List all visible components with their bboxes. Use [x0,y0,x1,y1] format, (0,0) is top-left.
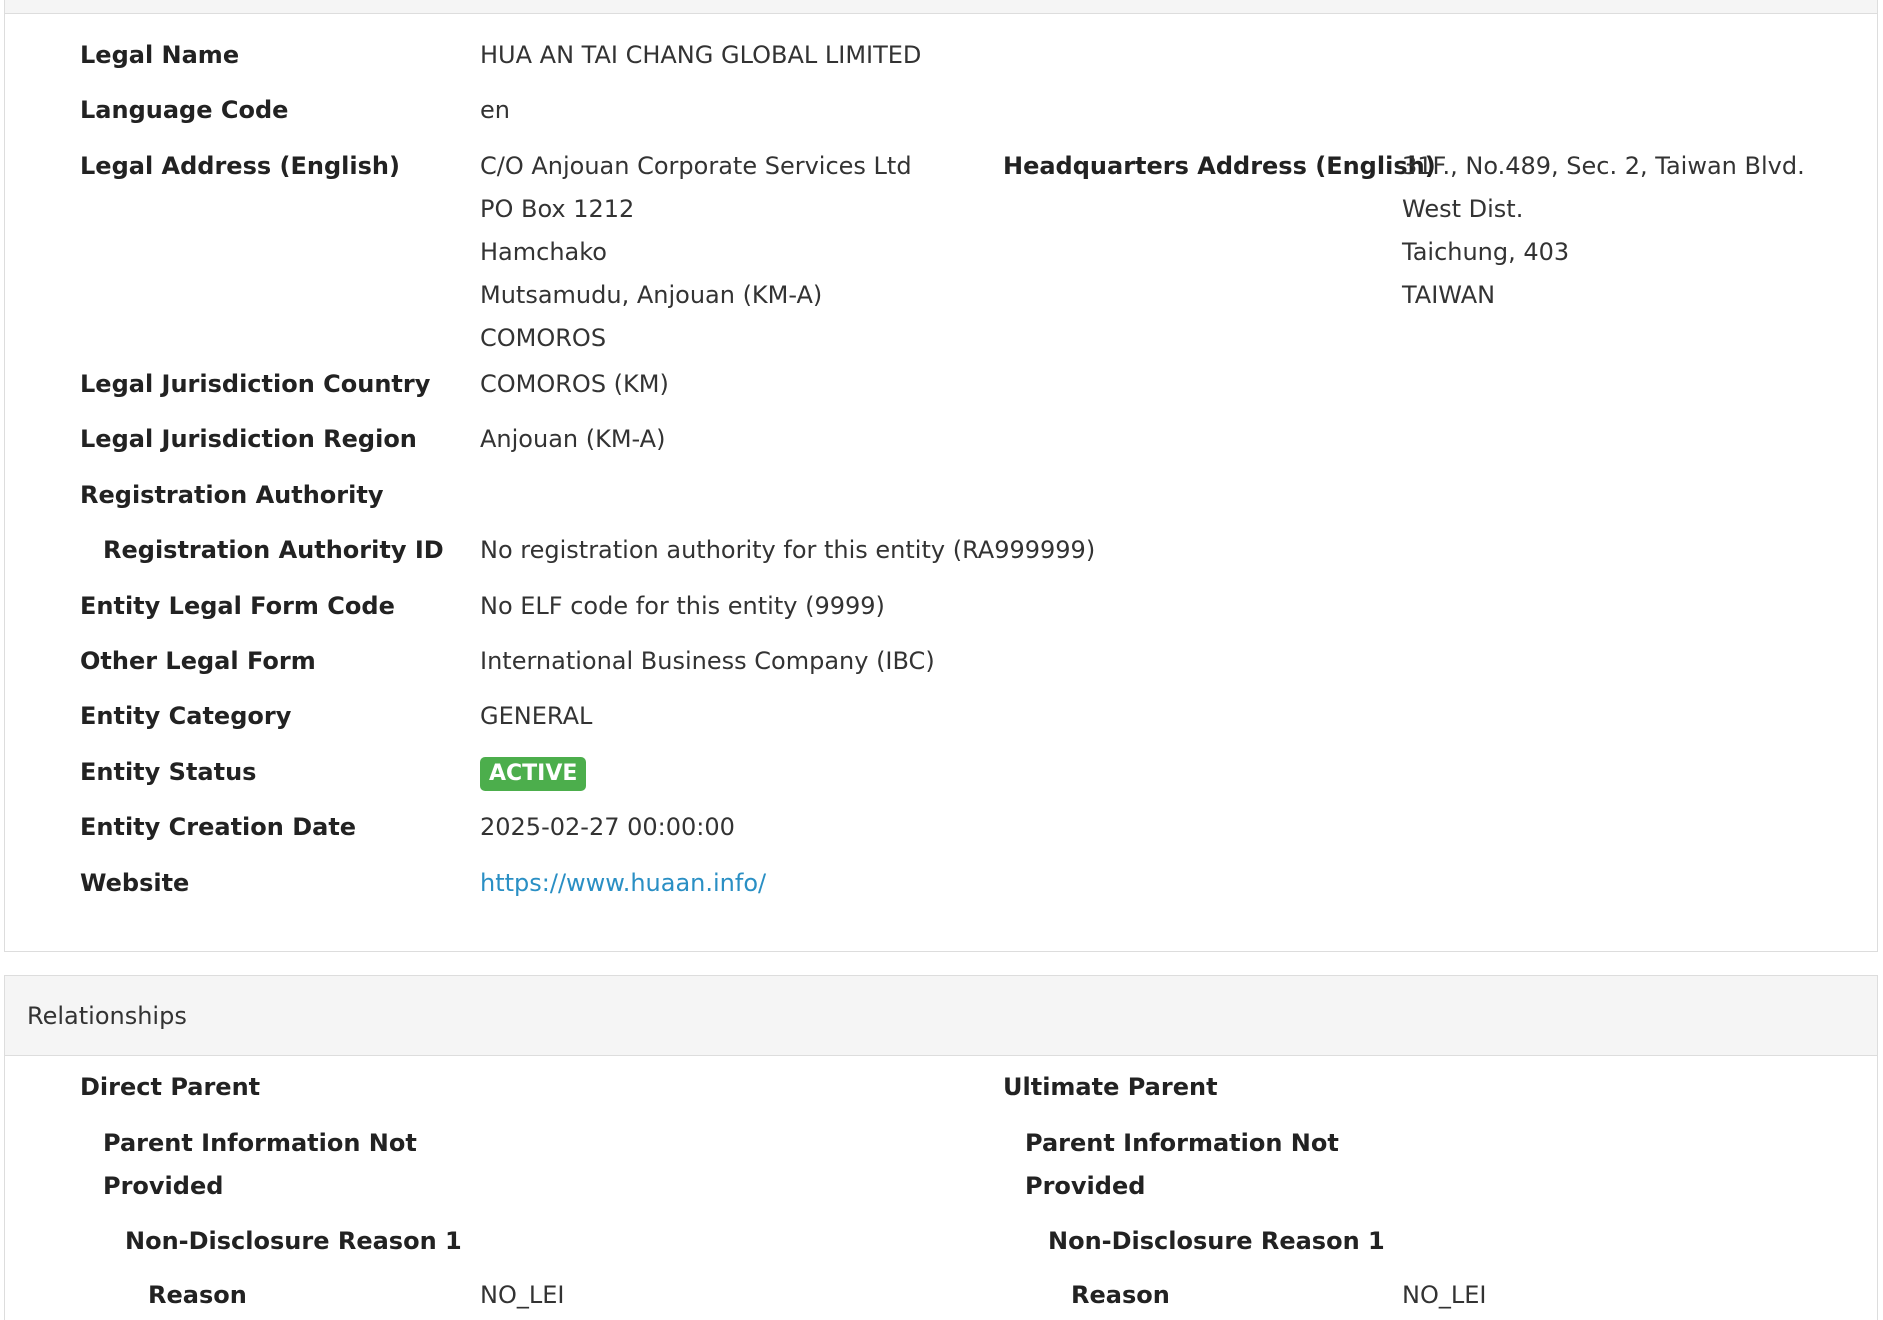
other-legal-form-value: International Business Company (IBC) [480,647,935,675]
creation-date-label: Entity Creation Date [80,813,357,841]
direct-parent-reason-label: Reason [148,1281,247,1309]
hq-address-line: West Dist. [1402,195,1524,223]
language-code-label: Language Code [80,96,289,124]
other-legal-form-label: Other Legal Form [80,647,316,675]
elf-code-label: Entity Legal Form Code [80,592,395,620]
jurisdiction-region-label: Legal Jurisdiction Region [80,425,417,453]
ultimate-parent-title: Ultimate Parent [1003,1073,1218,1101]
entity-category-value: GENERAL [480,702,593,730]
relationships-heading: Relationships [5,976,1877,1056]
legal-name-value: HUA AN TAI CHANG GLOBAL LIMITED [480,41,922,69]
entity-category-label: Entity Category [80,702,292,730]
ultimate-parent-reason-label: Reason [1071,1281,1170,1309]
website-value: https://www.huaan.info/ [480,862,766,905]
ultimate-parent-reason-heading: Non-Disclosure Reason 1 [1048,1227,1385,1255]
legal-name-label: Legal Name [80,41,240,69]
registration-authority-id-value: No registration authority for this entit… [480,536,1096,564]
elf-code-value: No ELF code for this entity (9999) [480,592,885,620]
registration-authority-label: Registration Authority [80,481,384,509]
legal-address-line: PO Box 1212 [480,195,635,223]
direct-parent-title: Direct Parent [80,1073,261,1101]
creation-date-value: 2025-02-27 00:00:00 [480,813,735,841]
direct-parent-reason-heading: Non-Disclosure Reason 1 [125,1227,462,1255]
page: Legal Name HUA AN TAI CHANG GLOBAL LIMIT… [0,0,1883,1320]
direct-parent-info-line1: Parent Information Not [103,1129,417,1157]
entity-status-value: ACTIVE [480,751,587,794]
registration-authority-id-label: Registration Authority ID [103,536,444,564]
hq-address-value: 31F., No.489, Sec. 2, Taiwan Blvd. West … [1402,145,1805,317]
legal-address-label: Legal Address (English) [80,152,400,180]
legal-address-line: Hamchako [480,238,607,266]
hq-address-line: Taichung, 403 [1402,238,1570,266]
legal-address-line: COMOROS [480,324,607,352]
panel-top-strip [5,0,1877,14]
direct-parent-info-line2: Provided [103,1172,224,1200]
hq-address-line: 31F., No.489, Sec. 2, Taiwan Blvd. [1402,152,1805,180]
legal-address-line: C/O Anjouan Corporate Services Ltd [480,152,912,180]
language-code-value: en [480,96,510,124]
ultimate-parent-info-line2: Provided [1025,1172,1146,1200]
legal-address-value: C/O Anjouan Corporate Services Ltd PO Bo… [480,145,912,360]
website-label: Website [80,869,190,897]
entity-details-panel: Legal Name HUA AN TAI CHANG GLOBAL LIMIT… [4,0,1878,952]
jurisdiction-region-value: Anjouan (KM-A) [480,425,666,453]
relationships-panel: Relationships Direct Parent Parent Infor… [4,975,1878,1320]
jurisdiction-country-value: COMOROS (KM) [480,370,669,398]
website-link[interactable]: https://www.huaan.info/ [480,869,766,897]
jurisdiction-country-label: Legal Jurisdiction Country [80,370,431,398]
ultimate-parent-info-line1: Parent Information Not [1025,1129,1339,1157]
legal-address-line: Mutsamudu, Anjouan (KM-A) [480,281,823,309]
status-badge: ACTIVE [480,757,587,791]
ultimate-parent-reason-value: NO_LEI [1402,1281,1487,1309]
entity-status-label: Entity Status [80,758,257,786]
hq-address-line: TAIWAN [1402,281,1496,309]
hq-address-label: Headquarters Address (English) [1003,152,1436,180]
direct-parent-reason-value: NO_LEI [480,1281,565,1309]
